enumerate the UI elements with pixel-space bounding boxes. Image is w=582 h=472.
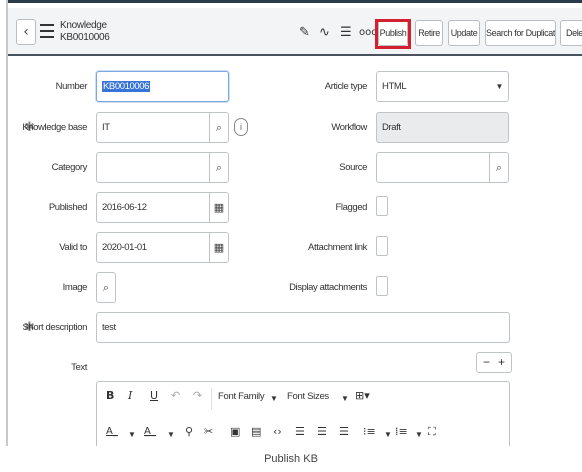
media-icon[interactable]: ▤ bbox=[251, 425, 261, 438]
published-field[interactable]: 2016-06-12 bbox=[96, 192, 210, 223]
category-label: Category bbox=[51, 162, 88, 173]
source-field[interactable] bbox=[376, 152, 490, 183]
context-menu-icon[interactable] bbox=[40, 24, 54, 38]
font-sizes-select[interactable]: Font Sizes bbox=[287, 391, 329, 402]
knowledge-base-label: Knowledge base bbox=[22, 122, 87, 133]
update-button[interactable]: Update bbox=[448, 20, 480, 46]
valid-to-label: Valid to bbox=[59, 242, 87, 253]
image-label: Image bbox=[62, 282, 88, 293]
calendar-icon[interactable]: ▦ bbox=[209, 232, 229, 263]
back-button[interactable]: ‹ bbox=[16, 19, 36, 45]
background-color-icon[interactable]: A̲_ bbox=[144, 426, 156, 437]
top-border bbox=[8, 0, 582, 3]
short-description-label: Short description bbox=[22, 322, 88, 333]
chevron-down-icon: ▼ bbox=[128, 430, 136, 439]
chevron-down-icon: ▼ bbox=[270, 394, 278, 403]
text-editor[interactable]: B I U ↶ ↷ Font Family ▼ Font Sizes ▼ ⊞▾ … bbox=[96, 381, 510, 446]
fullscreen-icon[interactable]: ⛶ bbox=[428, 425, 436, 439]
display-attachments-label: Display attachments bbox=[289, 282, 367, 293]
numbered-list-icon[interactable]: ⁞≡ bbox=[395, 425, 408, 438]
paperclip-icon[interactable]: ✎ bbox=[299, 25, 310, 40]
article-type-select[interactable]: HTML ▼ bbox=[376, 71, 509, 102]
article-type-value: HTML bbox=[382, 81, 407, 92]
record-number: KB0010006 bbox=[60, 32, 110, 43]
chevron-down-icon: ▼ bbox=[415, 430, 423, 439]
chevron-down-icon: ▼ bbox=[167, 430, 175, 439]
workflow-label: Workflow bbox=[331, 122, 367, 133]
form-title: Knowledge bbox=[60, 20, 107, 31]
page-title: Knowledge KB0010006 bbox=[60, 20, 110, 44]
redo-icon[interactable]: ↷ bbox=[193, 389, 202, 402]
code-icon[interactable]: ‹› bbox=[273, 425, 282, 438]
flagged-label: Flagged bbox=[335, 202, 367, 213]
number-field[interactable]: KB0010006 bbox=[96, 71, 229, 102]
font-family-select[interactable]: Font Family bbox=[218, 391, 265, 402]
search-icon[interactable]: ⌕ bbox=[209, 152, 229, 183]
publish-highlight bbox=[375, 19, 411, 49]
bullet-list-icon[interactable]: ⁝≡ bbox=[363, 425, 376, 438]
search-icon[interactable]: ⌕ bbox=[209, 112, 229, 143]
chevron-down-icon: ▼ bbox=[384, 430, 392, 439]
flagged-checkbox[interactable] bbox=[376, 196, 388, 216]
attachment-link-checkbox[interactable] bbox=[376, 236, 388, 256]
align-right-icon[interactable]: ☰ bbox=[339, 425, 349, 438]
plus-icon[interactable]: + bbox=[498, 353, 505, 372]
number-value: KB0010006 bbox=[102, 81, 151, 92]
published-label: Published bbox=[48, 202, 88, 213]
italic-icon[interactable]: I bbox=[128, 389, 132, 402]
image-search-icon[interactable]: ⌕ bbox=[96, 272, 116, 303]
undo-icon[interactable]: ↶ bbox=[171, 389, 180, 402]
minus-icon[interactable]: − bbox=[483, 353, 490, 372]
source-label: Source bbox=[339, 162, 367, 173]
link-icon[interactable]: ⚲ bbox=[185, 425, 193, 438]
text-color-icon[interactable]: A_ bbox=[106, 426, 118, 437]
article-type-label: Article type bbox=[324, 81, 368, 92]
align-center-icon[interactable]: ☰ bbox=[317, 425, 327, 438]
retire-button[interactable]: Retire bbox=[415, 20, 443, 46]
underline-icon[interactable]: U bbox=[150, 389, 158, 402]
form-header: ‹ Knowledge KB0010006 ✎ ∿ ☰ ooo Publish … bbox=[8, 8, 582, 56]
category-field[interactable] bbox=[96, 152, 210, 183]
valid-to-field[interactable]: 2020-01-01 bbox=[96, 232, 210, 263]
workflow-field: Draft bbox=[376, 112, 509, 143]
search-icon[interactable]: ⌕ bbox=[489, 152, 509, 183]
editor-size-toggle[interactable]: − + bbox=[476, 352, 512, 373]
form-frame: ‹ Knowledge KB0010006 ✎ ∿ ☰ ooo Publish … bbox=[6, 0, 582, 446]
knowledge-base-field[interactable]: IT bbox=[96, 112, 210, 143]
attachment-link-label: Attachment link bbox=[308, 242, 367, 253]
align-left-icon[interactable]: ☰ bbox=[295, 425, 305, 438]
text-label: Text bbox=[71, 362, 87, 373]
display-attachments-checkbox[interactable] bbox=[376, 276, 388, 296]
search-duplicates-button[interactable]: Search for Duplicates bbox=[485, 20, 556, 46]
activity-icon[interactable]: ∿ bbox=[319, 25, 330, 40]
caption: Publish KB bbox=[0, 446, 582, 472]
image-icon[interactable]: ▣ bbox=[230, 425, 240, 438]
bold-icon[interactable]: B bbox=[106, 389, 114, 402]
chevron-down-icon: ▼ bbox=[495, 82, 503, 91]
unlink-icon[interactable]: ✂ bbox=[204, 425, 213, 438]
number-label: Number bbox=[55, 81, 88, 92]
chevron-left-icon: ‹ bbox=[23, 24, 29, 40]
table-icon[interactable]: ⊞▾ bbox=[355, 389, 370, 402]
delete-button[interactable]: Delete bbox=[560, 20, 582, 46]
info-icon[interactable]: i bbox=[234, 118, 248, 136]
settings-sliders-icon[interactable]: ☰ bbox=[340, 25, 352, 40]
chevron-down-icon: ▼ bbox=[341, 394, 349, 403]
short-description-field[interactable]: test bbox=[96, 312, 510, 343]
calendar-icon[interactable]: ▦ bbox=[209, 192, 229, 223]
